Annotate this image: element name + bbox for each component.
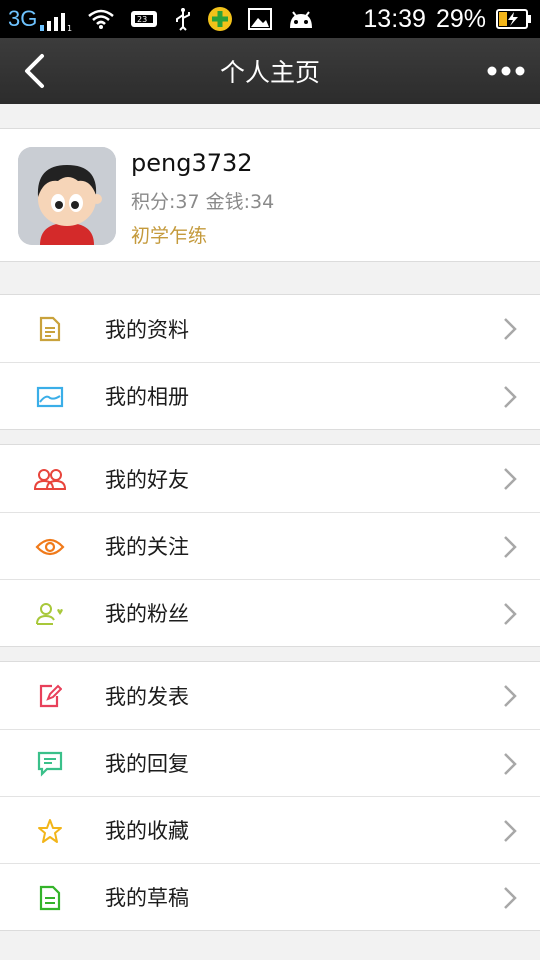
svg-text:1: 1 (67, 24, 72, 32)
menu-item-label: 我的收藏 (105, 819, 189, 843)
menu-item-label: 我的草稿 (105, 886, 189, 910)
app-icon (208, 7, 233, 31)
app-bar: 个人主页 (0, 38, 540, 104)
menu-item-label: 我的关注 (105, 535, 189, 559)
clock: 13:39 (363, 4, 426, 33)
menu-item-label: 我的发表 (105, 684, 189, 709)
photo-icon (34, 383, 66, 411)
menu-item-my-friends[interactable]: 我的好友 (0, 445, 540, 512)
document-icon (34, 315, 66, 343)
chevron-right-icon (504, 820, 517, 842)
menu-item-my-replies[interactable]: 我的回复 (0, 729, 540, 796)
menu-item-label: 我的回复 (105, 752, 189, 776)
menu-item-label: 我的资料 (105, 317, 189, 342)
chevron-right-icon (504, 468, 517, 490)
username: peng3732 (131, 149, 253, 177)
menu-item-my-posts[interactable]: 我的发表 (0, 662, 540, 729)
wifi-icon (88, 9, 115, 29)
image-icon (248, 8, 273, 30)
battery-percent: 29% (435, 4, 486, 33)
menu-item-my-drafts[interactable]: 我的草稿 (0, 863, 540, 930)
menu-group-social: 我的好友 我的关注 我的粉丝 (0, 444, 540, 647)
menu-item-label: 我的好友 (105, 467, 189, 492)
menu-item-my-following[interactable]: 我的关注 (0, 512, 540, 579)
signal-icon: 1 (40, 13, 72, 32)
back-button[interactable] (14, 51, 54, 91)
usb-icon (176, 8, 191, 31)
menu-item-my-favorites[interactable]: 我的收藏 (0, 796, 540, 863)
back-arrow-icon (25, 54, 44, 88)
battery-charging-icon (496, 9, 531, 29)
chevron-right-icon (504, 603, 517, 625)
notification-icon: 23 (131, 11, 158, 27)
network-type: 3G (8, 6, 38, 31)
draft-icon (34, 884, 66, 912)
menu-item-label: 我的相册 (105, 385, 189, 409)
chevron-right-icon (504, 318, 517, 340)
android-icon (290, 11, 313, 28)
avatar[interactable] (18, 147, 116, 245)
status-bar: 3G 1 23 13:39 29% (0, 0, 540, 38)
svg-text:23: 23 (137, 15, 147, 24)
menu-item-my-album[interactable]: 我的相册 (0, 362, 540, 429)
chevron-right-icon (504, 685, 517, 707)
menu-group-profile: 我的资料 我的相册 (0, 294, 540, 430)
eye-icon (34, 533, 66, 561)
chevron-right-icon (504, 536, 517, 558)
profile-card[interactable]: peng3732 积分:37 金钱:34 初学乍练 (0, 128, 540, 262)
points-money: 积分:37 金钱:34 (131, 191, 275, 213)
page-title: 个人主页 (219, 58, 320, 87)
chevron-right-icon (504, 386, 517, 408)
avatar-cartoon-icon (18, 147, 116, 245)
star-icon (34, 817, 66, 845)
menu-item-label: 我的粉丝 (105, 602, 189, 626)
more-dots-icon (487, 66, 525, 76)
friends-icon (34, 465, 66, 493)
menu-item-my-fans[interactable]: 我的粉丝 (0, 579, 540, 646)
more-button[interactable] (484, 51, 528, 91)
chevron-right-icon (504, 887, 517, 909)
menu-group-posts: 我的发表 我的回复 我的收藏 我的草稿 (0, 661, 540, 931)
menu-item-my-profile[interactable]: 我的资料 (0, 295, 540, 362)
reply-icon (34, 750, 66, 778)
fans-icon (34, 600, 66, 628)
chevron-right-icon (504, 753, 517, 775)
user-rank: 初学乍练 (131, 225, 208, 247)
compose-icon (34, 682, 66, 710)
